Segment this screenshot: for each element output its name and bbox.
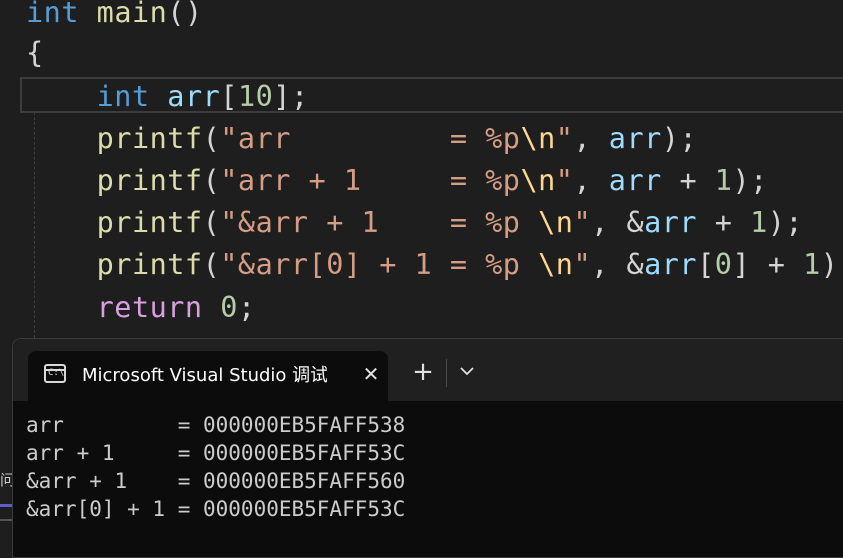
variable-arr: arr	[167, 80, 221, 113]
debug-console-window[interactable]: C:\ Microsoft Visual Studio 调试控制台 ✕ + ar…	[12, 338, 843, 558]
function-printf: printf	[96, 164, 203, 197]
keyword-int: int	[26, 0, 79, 29]
code-line-declaration[interactable]: int arr[10];	[26, 76, 309, 118]
output-line: &arr + 1 = 000000EB5FAFF560	[26, 469, 406, 493]
string-literal: "&arr[0] + 1 = %p	[220, 248, 539, 281]
function-printf: printf	[96, 122, 203, 155]
string-literal: "arr + 1 = %p	[220, 164, 521, 197]
code-line-printf-4[interactable]: printf("&arr[0] + 1 = %p \n", &arr[0] + …	[26, 244, 843, 286]
output-line: &arr[0] + 1 = 000000EB5FAFF53C	[26, 497, 406, 521]
function-main: main	[96, 0, 168, 29]
string-quote: "	[555, 122, 574, 155]
output-line: arr + 1 = 000000EB5FAFF53C	[26, 441, 406, 465]
semicolon: ;	[237, 291, 256, 324]
console-output[interactable]: arr = 000000EB5FAFF538 arr + 1 = 000000E…	[26, 411, 405, 523]
tab-separator	[446, 359, 447, 387]
array-size: 10	[237, 80, 274, 113]
code-line-printf-3[interactable]: printf("&arr + 1 = %p \n", &arr + 1);	[26, 202, 803, 244]
code-line-open-brace[interactable]: {	[26, 32, 44, 74]
paren-open: (	[202, 206, 221, 239]
paren-open: (	[202, 164, 221, 197]
code-line-return[interactable]: return 0;	[26, 287, 256, 329]
terminal-tab-bar: C:\ Microsoft Visual Studio 调试控制台 ✕ +	[13, 339, 843, 401]
plus-icon[interactable]: +	[408, 357, 438, 387]
chevron-down-icon[interactable]	[456, 359, 480, 387]
bracket-open: [	[220, 80, 238, 113]
return-value: 0	[220, 291, 238, 324]
escape-sequence: \n	[520, 164, 556, 197]
tab-title: Microsoft Visual Studio 调试控制台	[82, 365, 327, 386]
code-line-main[interactable]: int main()	[26, 0, 203, 34]
printf-args: , arr + 1);	[573, 164, 768, 197]
console-tab[interactable]: C:\ Microsoft Visual Studio 调试控制台 ✕	[28, 351, 388, 401]
keyword-return: return	[96, 291, 203, 324]
open-brace: {	[26, 36, 44, 69]
side-panel-active-indicator	[0, 504, 12, 507]
semicolon: ;	[290, 80, 309, 113]
string-quote: "	[573, 206, 592, 239]
side-panel-divider	[0, 519, 12, 521]
code-line-printf-2[interactable]: printf("arr + 1 = %p\n", arr + 1);	[26, 160, 768, 202]
keyword-int: int	[96, 80, 150, 113]
code-line-printf-1[interactable]: printf("arr = %p\n", arr);	[26, 118, 697, 160]
function-printf: printf	[96, 248, 203, 281]
parens: ()	[167, 0, 203, 29]
bracket-close: ]	[273, 80, 291, 113]
output-line: arr = 000000EB5FAFF538	[26, 413, 406, 437]
paren-open: (	[202, 122, 221, 155]
function-printf: printf	[96, 206, 203, 239]
string-quote: "	[555, 164, 574, 197]
terminal-icon: C:\	[44, 364, 66, 383]
paren-open: (	[202, 248, 221, 281]
printf-args: , &arr + 1);	[591, 206, 804, 239]
escape-sequence: \n	[520, 122, 556, 155]
escape-sequence: \n	[538, 248, 574, 281]
printf-args: , &arr[0] + 1);	[591, 248, 843, 281]
string-quote: "	[573, 248, 592, 281]
string-literal: "&arr + 1 = %p	[220, 206, 539, 239]
printf-args: , arr);	[573, 122, 698, 155]
string-literal: "arr = %p	[220, 122, 521, 155]
close-icon[interactable]: ✕	[358, 361, 384, 387]
escape-sequence: \n	[538, 206, 574, 239]
